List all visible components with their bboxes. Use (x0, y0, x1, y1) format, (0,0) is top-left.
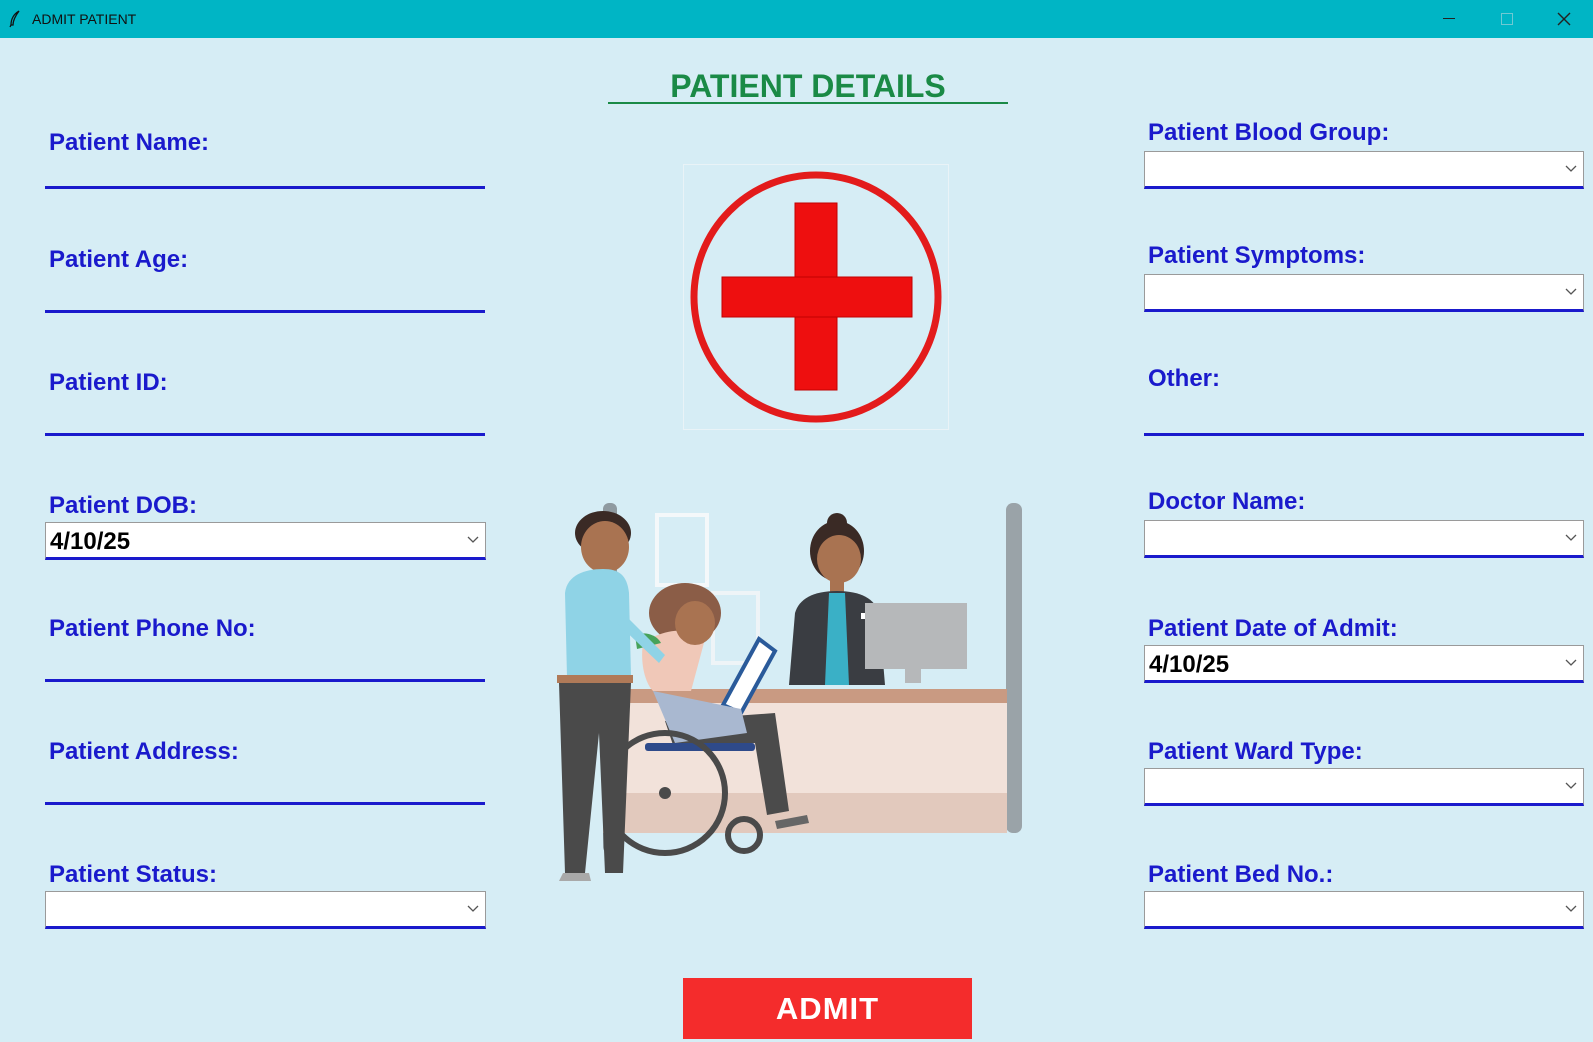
chevron-down-icon (467, 905, 479, 912)
close-button[interactable] (1535, 0, 1593, 38)
patient-name-input[interactable] (45, 149, 485, 189)
maximize-button[interactable] (1478, 0, 1536, 38)
patient-dob-value: 4/10/25 (50, 528, 131, 555)
patient-dob-picker[interactable]: 4/10/25 (45, 522, 486, 560)
title-bar: ADMIT PATIENT (0, 0, 1593, 38)
hospital-logo (683, 164, 949, 430)
close-icon (1557, 12, 1571, 26)
patient-age-label: Patient Age: (49, 246, 189, 273)
blood-group-select[interactable] (1144, 151, 1584, 189)
chevron-down-icon (1565, 782, 1577, 789)
chevron-down-icon (1565, 165, 1577, 172)
symptoms-select[interactable] (1144, 274, 1584, 312)
minimize-icon (1443, 18, 1455, 19)
other-input[interactable] (1144, 396, 1584, 436)
patient-dob-label: Patient DOB: (49, 492, 198, 519)
patient-age-input[interactable] (45, 273, 485, 313)
chevron-down-icon (1565, 534, 1577, 541)
patient-status-label: Patient Status: (49, 861, 218, 888)
blood-group-label: Patient Blood Group: (1148, 119, 1390, 146)
symptoms-label: Patient Symptoms: (1148, 242, 1366, 269)
page-title: PATIENT DETAILS (608, 68, 1008, 104)
admit-date-picker[interactable]: 4/10/25 (1144, 645, 1584, 683)
hospital-reception-illustration (557, 503, 1022, 881)
chevron-down-icon (467, 536, 479, 543)
bed-no-label: Patient Bed No.: (1148, 861, 1334, 888)
window-title: ADMIT PATIENT (32, 11, 137, 27)
admit-patient-form: PATIENT DETAILS Patient Name: Patient Ag… (0, 38, 1593, 1042)
red-cross-icon (690, 171, 942, 423)
minimize-button[interactable] (1420, 0, 1478, 38)
patient-id-input[interactable] (45, 396, 485, 436)
chevron-down-icon (1565, 905, 1577, 912)
admit-date-value: 4/10/25 (1149, 651, 1230, 678)
other-label: Other: (1148, 365, 1220, 392)
patient-status-select[interactable] (45, 891, 486, 929)
admit-date-label: Patient Date of Admit: (1148, 615, 1398, 642)
patient-phone-label: Patient Phone No: (49, 615, 256, 642)
patient-address-input[interactable] (45, 765, 485, 805)
doctor-name-select[interactable] (1144, 520, 1584, 558)
chevron-down-icon (1565, 659, 1577, 666)
patient-phone-input[interactable] (45, 642, 485, 682)
chevron-down-icon (1565, 288, 1577, 295)
maximize-icon (1501, 13, 1513, 25)
patient-address-label: Patient Address: (49, 738, 239, 765)
admit-button[interactable]: ADMIT (683, 978, 972, 1039)
ward-type-select[interactable] (1144, 768, 1584, 806)
feather-icon (9, 10, 20, 28)
bed-no-select[interactable] (1144, 891, 1584, 929)
patient-id-label: Patient ID: (49, 369, 168, 396)
ward-type-label: Patient Ward Type: (1148, 738, 1363, 765)
doctor-name-label: Doctor Name: (1148, 488, 1306, 515)
